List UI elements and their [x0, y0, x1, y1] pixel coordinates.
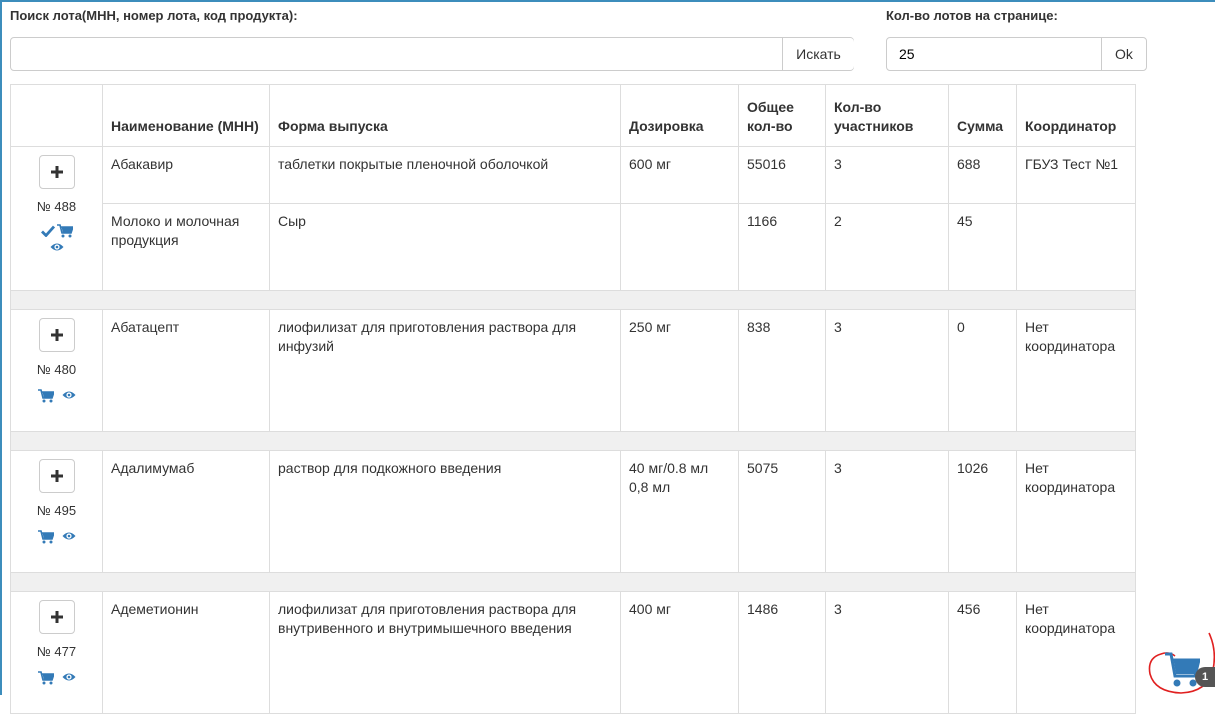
cell-coordinator: Нет координатора: [1016, 591, 1136, 714]
lot-separator: [10, 572, 1136, 592]
plus-icon: [50, 470, 63, 482]
cell-total: 5075: [738, 450, 826, 573]
cell-sum: 45: [948, 203, 1017, 291]
header-actions: [10, 84, 103, 147]
cart-icon[interactable]: [37, 389, 55, 403]
table-row: № 488 Абакавир таблетки покрытые пленочн…: [10, 146, 1136, 291]
search-input[interactable]: [11, 38, 782, 70]
per-page-label: Кол-во лотов на странице:: [886, 8, 1058, 23]
header-participants: Кол-во участников: [825, 84, 949, 147]
table-row: Молоко и молочная продукция Сыр 1166 2 4…: [11, 203, 1136, 291]
cart-icon: [1165, 652, 1201, 687]
cell-sum: 0: [948, 309, 1017, 432]
cart-icon[interactable]: [37, 530, 55, 544]
eye-icon[interactable]: [62, 530, 76, 544]
cell-participants: 3: [825, 591, 949, 714]
lot-actions-cell: № 495: [10, 450, 103, 573]
lot-number: № 480: [36, 362, 77, 377]
cell-form: раствор для подкожного введения: [269, 450, 621, 573]
cart-icon[interactable]: [37, 671, 55, 685]
plus-icon: [50, 329, 63, 341]
lots-table: Наименование (МНН) Форма выпуска Дозиров…: [10, 84, 1136, 714]
cell-dosage: [620, 203, 739, 291]
cell-sum: 456: [948, 591, 1017, 714]
plus-icon: [50, 166, 63, 178]
check-icon: [40, 225, 55, 238]
cell-form: Сыр: [269, 203, 621, 291]
cell-total: 1166: [738, 203, 826, 291]
cart-count-badge: 1: [1195, 667, 1215, 687]
floating-cart-button[interactable]: [1164, 650, 1201, 691]
table-row: № 480 Абатацепт лиофилизат для приготовл…: [10, 309, 1136, 432]
cell-form: таблетки покрытые пленочной оболочкой: [269, 146, 621, 204]
lot-icons: [15, 671, 98, 685]
cell-total: 55016: [738, 146, 826, 204]
cell-name: Молоко и молочная продукция: [102, 203, 270, 291]
per-page-input[interactable]: [887, 38, 1101, 70]
cell-coordinator: Нет координатора: [1016, 450, 1136, 573]
per-page-group: Ok: [886, 37, 1147, 71]
cell-total: 1486: [738, 591, 826, 714]
cell-dosage: 250 мг: [620, 309, 739, 432]
header-name: Наименование (МНН): [102, 84, 270, 147]
table-row: № 477 Адеметионин лиофилизат для пригото…: [10, 591, 1136, 714]
cell-form: лиофилизат для приготовления раствора дл…: [269, 309, 621, 432]
frame-left-border: [0, 0, 2, 695]
cart-count: 1: [1201, 671, 1209, 683]
cell-dosage: 600 мг: [620, 146, 739, 204]
cell-sum: 1026: [948, 450, 1017, 573]
header-form: Форма выпуска: [269, 84, 621, 147]
add-lot-button[interactable]: [38, 155, 75, 189]
plus-icon: [50, 611, 63, 623]
eye-icon[interactable]: [62, 389, 76, 403]
lot-number: № 477: [36, 644, 77, 659]
add-lot-button[interactable]: [38, 459, 75, 493]
cell-participants: 2: [825, 203, 949, 291]
header-dosage: Дозировка: [620, 84, 739, 147]
cell-total: 838: [738, 309, 826, 432]
cell-name: Абатацепт: [102, 309, 270, 432]
lot-number: № 488: [36, 199, 77, 214]
search-group: Искать: [10, 37, 854, 71]
cell-form: лиофилизат для приготовления раствора дл…: [269, 591, 621, 714]
lot-separator: [10, 290, 1136, 310]
cell-participants: 3: [825, 146, 949, 204]
lot-icons: [15, 530, 98, 544]
cell-coordinator: [1016, 203, 1136, 291]
cell-sum: 688: [948, 146, 1017, 204]
search-button[interactable]: Искать: [782, 38, 854, 70]
cell-participants: 3: [825, 309, 949, 432]
cart-icon[interactable]: [56, 224, 74, 238]
cell-coordinator: ГБУЗ Тест №1: [1016, 146, 1136, 204]
search-label: Поиск лота(МНН, номер лота, код продукта…: [10, 8, 298, 23]
lot-separator: [10, 431, 1136, 451]
lot-number: № 495: [36, 503, 77, 518]
cell-name: Адалимумаб: [102, 450, 270, 573]
cell-participants: 3: [825, 450, 949, 573]
header-total: Общее кол-во: [738, 84, 826, 147]
cell-coordinator: Нет координатора: [1016, 309, 1136, 432]
lot-icons: [15, 389, 98, 403]
cell-name: Абакавир: [102, 146, 270, 204]
lot-actions-cell: № 480: [10, 309, 103, 432]
table-header-row: Наименование (МНН) Форма выпуска Дозиров…: [10, 84, 1136, 147]
lot-actions-cell: № 488: [10, 146, 103, 291]
lot-icons: [15, 224, 98, 253]
eye-icon[interactable]: [50, 241, 64, 253]
cell-dosage: 400 мг: [620, 591, 739, 714]
header-sum: Сумма: [948, 84, 1017, 147]
cell-dosage: 40 мг/0.8 мл 0,8 мл: [620, 450, 739, 573]
eye-icon[interactable]: [62, 671, 76, 685]
add-lot-button[interactable]: [38, 318, 75, 352]
frame-top-border: [0, 0, 1215, 2]
cell-name: Адеметионин: [102, 591, 270, 714]
header-coordinator: Координатор: [1016, 84, 1136, 147]
add-lot-button[interactable]: [38, 600, 75, 634]
per-page-ok-button[interactable]: Ok: [1101, 38, 1146, 70]
lot-actions-cell: № 477: [10, 591, 103, 714]
table-row: № 495 Адалимумаб раствор для подкожного …: [10, 450, 1136, 573]
